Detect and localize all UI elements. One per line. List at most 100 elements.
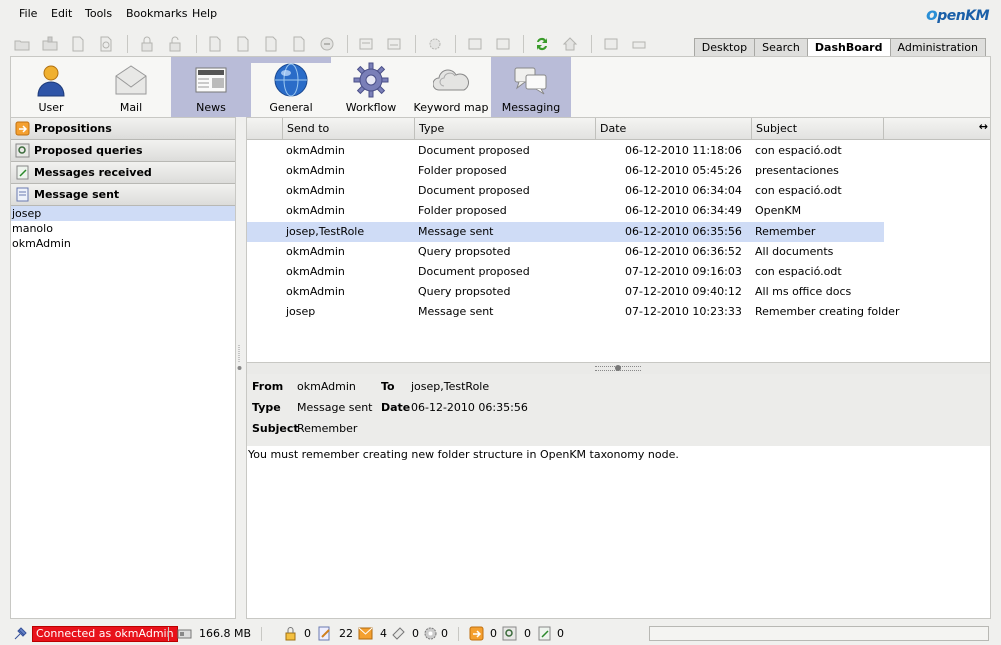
locked-docs-icon (285, 627, 296, 641)
tab-search[interactable]: Search (754, 38, 808, 57)
add-property-group-icon[interactable] (358, 36, 374, 52)
remove-property-group-icon[interactable] (386, 36, 402, 52)
table-row[interactable]: okmAdmin Folder proposed 06-12-2010 05:45:… (247, 161, 884, 181)
col-type[interactable]: Type (415, 118, 596, 140)
proposed-query-status-icon (502, 626, 517, 641)
dashboard-mail[interactable]: Mail (91, 57, 171, 117)
col-subject[interactable]: Subject (752, 118, 884, 140)
stack-header-propositions[interactable]: Propositions (11, 118, 235, 140)
message-status-icon (538, 626, 551, 641)
proposed-query-count: 0 (524, 627, 531, 640)
start-workflow-icon[interactable] (427, 36, 443, 52)
horizontal-splitter[interactable] (247, 362, 990, 374)
add-document-icon[interactable] (70, 36, 86, 52)
dashboard-messaging[interactable]: Messaging (491, 57, 571, 117)
refresh-icon[interactable] (534, 36, 550, 52)
locked-docs-count: 0 (304, 627, 311, 640)
remove-subscription-icon[interactable] (495, 36, 511, 52)
repository-size-icon (177, 629, 192, 639)
to-value: josep,TestRole (411, 380, 490, 393)
checkout-docs-icon (318, 626, 330, 641)
cell-send-to: okmAdmin (286, 245, 345, 258)
cell-type: Document proposed (418, 184, 530, 197)
export-icon[interactable] (603, 36, 619, 52)
create-folder-icon[interactable] (14, 36, 30, 52)
menu-bar: File Edit Tools Bookmarks Help openKM (0, 0, 1001, 27)
dashboard-keyword-map[interactable]: Keyword map (411, 57, 491, 117)
table-row[interactable]: okmAdmin Document proposed 06-12-2010 06:3… (247, 181, 884, 201)
dashboard-workflow[interactable]: Workflow (331, 57, 411, 117)
status-message-box (649, 626, 989, 641)
add-subscription-icon[interactable] (467, 36, 483, 52)
message-count: 0 (557, 627, 564, 640)
keyword-map-icon (433, 69, 469, 91)
table-row[interactable]: josep,TestRole Message sent 06-12-2010 06:… (247, 222, 884, 242)
col-icon (247, 118, 283, 140)
cell-date: 07-12-2010 09:40:12 (625, 285, 742, 298)
sent-user-josep[interactable]: josep (11, 206, 235, 221)
user-icon (37, 65, 65, 97)
table-header: Send to Type Date Subject ↔ (247, 118, 990, 140)
table-row[interactable]: okmAdmin Document proposed 07-12-2010 09:1… (247, 262, 884, 282)
sent-user-manolo[interactable]: manolo (11, 221, 235, 236)
menu-help[interactable]: Help (192, 7, 217, 20)
unlock-icon[interactable] (167, 36, 183, 52)
messaging-icon (514, 67, 547, 95)
cell-type: Document proposed (418, 265, 530, 278)
table-row[interactable]: josep Message sent 07-12-2010 10:23:33 Reme… (247, 302, 899, 322)
tab-desktop[interactable]: Desktop (693, 38, 756, 57)
dashboard-news[interactable]: News (171, 57, 251, 117)
repository-size: 166.8 MB (199, 627, 252, 640)
scanner-icon[interactable] (631, 36, 647, 52)
find-folder-icon[interactable] (42, 36, 58, 52)
to-label: To (381, 380, 395, 393)
dashboard-user[interactable]: User (11, 57, 91, 117)
lock-icon[interactable] (139, 36, 155, 52)
column-resize-icon[interactable]: ↔ (979, 120, 988, 133)
menu-file[interactable]: File (19, 7, 37, 20)
connected-user-badge: Connected as okmAdmin (32, 626, 178, 642)
cancel-checkout-icon[interactable] (263, 36, 279, 52)
proposition-count: 0 (490, 627, 497, 640)
delete-icon[interactable] (319, 36, 335, 52)
checkin-icon[interactable] (235, 36, 251, 52)
stack-header-message-sent[interactable]: Message sent (11, 184, 235, 206)
vertical-splitter[interactable] (237, 345, 242, 375)
cell-subject: con espació.odt (755, 144, 842, 157)
cell-date: 07-12-2010 09:16:03 (625, 265, 742, 278)
menu-bookmarks[interactable]: Bookmarks (126, 7, 187, 20)
news-docs-count: 0 (412, 627, 419, 640)
checkout-icon[interactable] (207, 36, 223, 52)
openkm-logo: openKM (926, 5, 989, 25)
cell-date: 06-12-2010 06:34:04 (625, 184, 742, 197)
cell-send-to: josep,TestRole (286, 225, 365, 238)
cell-send-to: okmAdmin (286, 204, 345, 217)
stack-header-messages-received[interactable]: Messages received (11, 162, 235, 184)
cell-send-to: okmAdmin (286, 265, 345, 278)
tab-dashboard[interactable]: DashBoard (806, 38, 891, 57)
download-icon[interactable] (291, 36, 307, 52)
cell-subject: All ms office docs (755, 285, 852, 298)
dashboard-general[interactable]: General (251, 57, 331, 117)
stack-header-proposed-queries[interactable]: Proposed queries (11, 140, 235, 162)
table-row[interactable]: okmAdmin Document proposed 06-12-2010 11:1… (247, 141, 884, 161)
table-row[interactable]: okmAdmin Folder proposed 06-12-2010 06:34:… (247, 201, 884, 221)
cell-date: 06-12-2010 11:18:06 (625, 144, 742, 157)
find-document-icon[interactable] (98, 36, 114, 52)
table-row[interactable]: okmAdmin Query propsoted 06-12-2010 06:36:… (247, 242, 884, 262)
tab-administration[interactable]: Administration (889, 38, 986, 57)
menu-edit[interactable]: Edit (51, 7, 72, 20)
col-date[interactable]: Date (596, 118, 752, 140)
home-icon[interactable] (562, 36, 578, 52)
sent-user-okmadmin[interactable]: okmAdmin (11, 236, 235, 251)
cell-subject: con espació.odt (755, 184, 842, 197)
news-docs-icon (392, 627, 405, 640)
mail-icon (115, 65, 147, 95)
menu-tools[interactable]: Tools (85, 7, 112, 20)
col-send-to[interactable]: Send to (283, 118, 415, 140)
globe-icon (274, 63, 308, 97)
table-row[interactable]: okmAdmin Query propsoted 07-12-2010 09:40:… (247, 282, 884, 302)
subscribed-docs-count: 4 (380, 627, 387, 640)
messages-received-icon (16, 165, 29, 180)
cell-send-to: josep (286, 305, 316, 318)
